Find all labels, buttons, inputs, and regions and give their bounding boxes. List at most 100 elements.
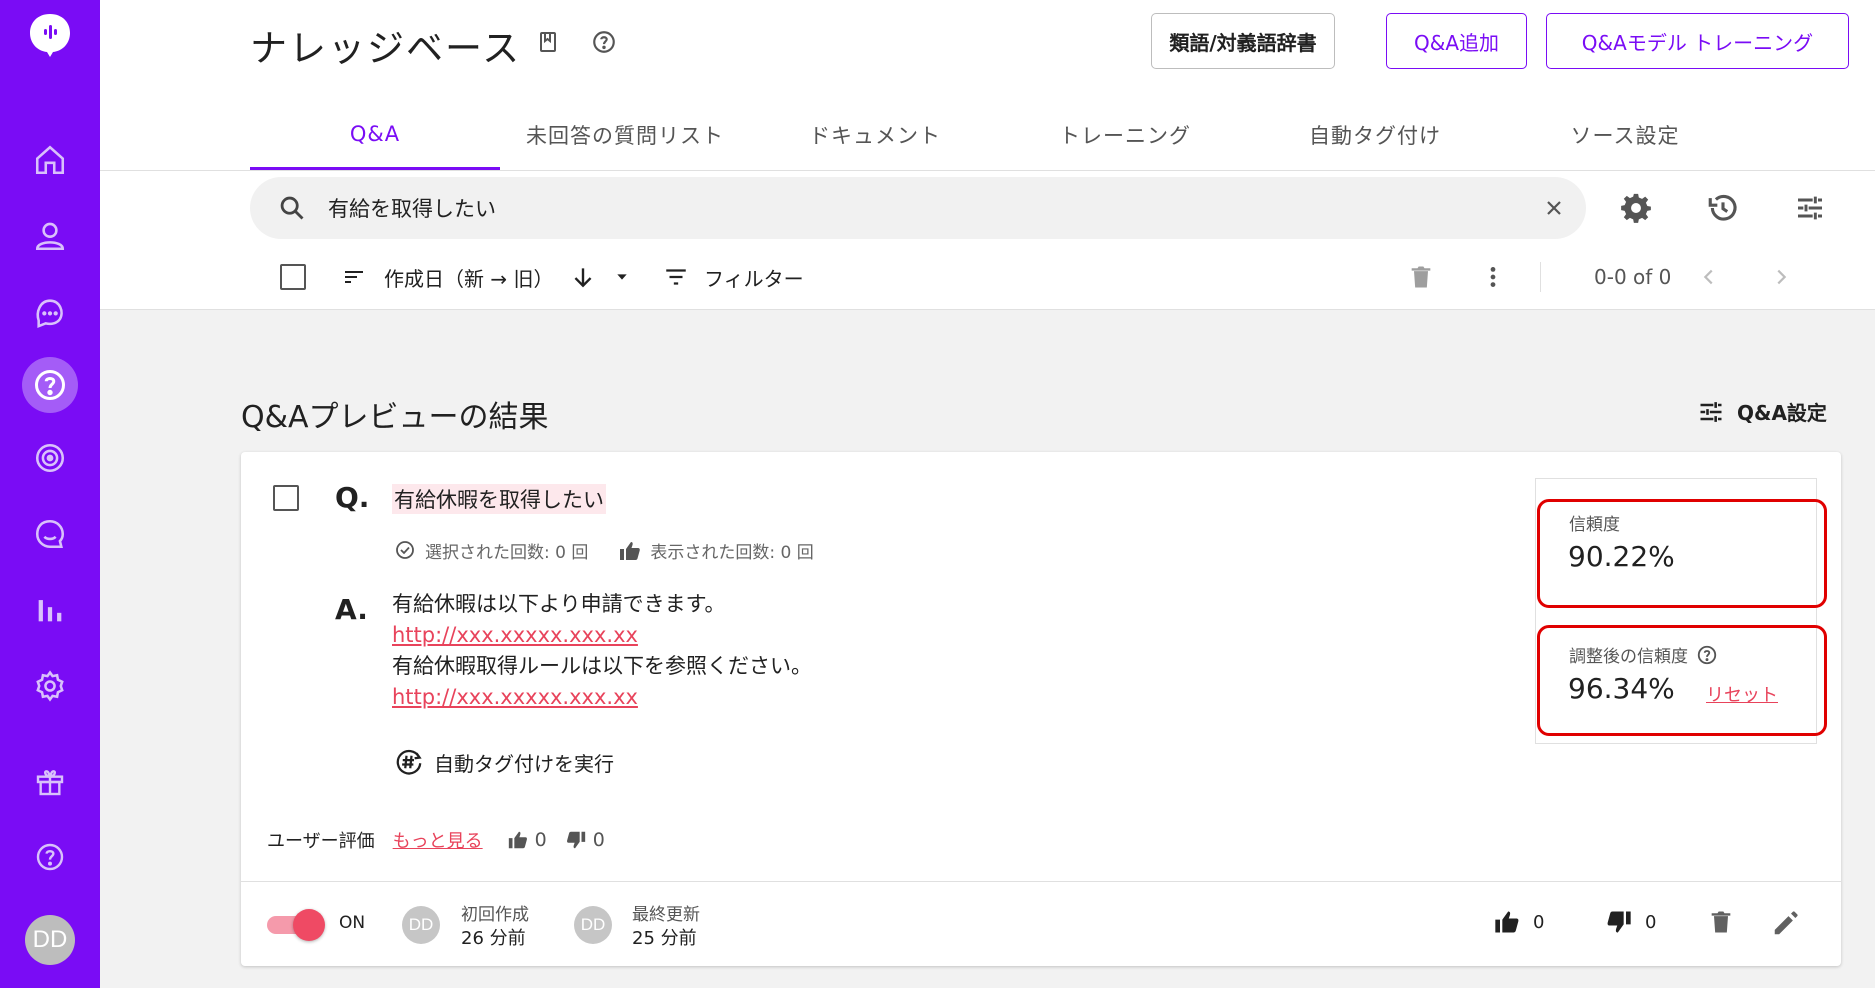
updater-avatar: DD <box>574 906 612 944</box>
page-title: ナレッジベース <box>250 27 522 70</box>
analytics-icon[interactable] <box>26 586 74 634</box>
more-vert-icon[interactable] <box>1480 255 1506 299</box>
rating-like-count: 0 <box>534 829 547 851</box>
answer-line-2: 有給休暇取得ルールは以下を参照ください。 <box>392 654 812 678</box>
sort-icon <box>342 255 366 299</box>
settings-icon[interactable] <box>26 662 74 710</box>
bookmark-icon[interactable] <box>534 28 562 56</box>
tab-source-settings[interactable]: ソース設定 <box>1500 100 1750 170</box>
delete-qa-icon[interactable] <box>1707 908 1735 936</box>
select-all-checkbox[interactable] <box>280 255 306 299</box>
confidence-value: 90.22% <box>1568 540 1675 573</box>
updated-label: 最終更新 <box>632 905 700 925</box>
home-icon[interactable] <box>26 136 74 184</box>
tab-auto-tagging[interactable]: 自動タグ付け <box>1250 100 1500 170</box>
delete-icon[interactable] <box>1407 255 1435 299</box>
adjusted-confidence-label: 調整後の信頼度 <box>1569 647 1688 667</box>
gift-icon[interactable] <box>26 758 74 806</box>
qa-select-checkbox[interactable] <box>273 485 299 511</box>
target-icon[interactable] <box>26 434 74 482</box>
sort-button[interactable]: 作成日（新 → 旧） <box>384 255 553 299</box>
list-toolbar: 作成日（新 → 旧） フィルター 0-0 of 0 <box>250 255 1810 299</box>
sort-direction-icon[interactable] <box>570 255 596 299</box>
train-model-button[interactable]: Q&Aモデル トレーニング <box>1546 13 1849 69</box>
selected-count-icon <box>396 540 414 559</box>
clear-search-icon[interactable] <box>1542 196 1566 220</box>
rating-dislike-icon <box>566 831 585 849</box>
question-text: 有給休暇を取得したい <box>392 484 606 514</box>
user-rating: ユーザー評価 もっと見る 0 0 <box>267 827 623 853</box>
created-value: 26 分前 <box>461 928 526 949</box>
sort-dropdown-icon[interactable] <box>614 255 630 299</box>
adjusted-help-icon[interactable] <box>1696 644 1718 666</box>
auto-tag-label: 自動タグ付けを実行 <box>434 751 614 776</box>
search-bar <box>250 177 1586 239</box>
qa-settings-button[interactable]: Q&A設定 <box>1697 397 1827 426</box>
shown-count-icon <box>620 541 641 560</box>
adjusted-confidence-value: 96.34% <box>1568 672 1675 705</box>
section-title: Q&Aプレビューの結果 <box>241 400 549 435</box>
filter-button[interactable]: フィルター <box>704 255 804 299</box>
card-footer: ON DD 初回作成 26 分前 DD 最終更新 25 分前 0 0 <box>241 881 1841 966</box>
hashtag-icon <box>396 749 422 775</box>
question-marker: Q. <box>335 481 370 514</box>
auto-tag-button[interactable]: 自動タグ付けを実行 <box>394 747 614 777</box>
adjusted-confidence-header: 調整後の信頼度 <box>1569 642 1718 667</box>
help-icon[interactable] <box>26 833 74 881</box>
toggle-label: ON <box>339 913 366 933</box>
user-icon[interactable] <box>26 212 74 260</box>
thumb-up-icon <box>1495 911 1519 933</box>
answer-link-1[interactable]: http://xxx.xxxxx.xxx.xx <box>392 620 812 651</box>
dictionary-button[interactable]: 類語/対義語辞書 <box>1151 13 1335 69</box>
pagination-label: 0-0 of 0 <box>1594 265 1672 289</box>
qa-settings-label: Q&A設定 <box>1737 401 1827 425</box>
header: ナレッジベース 類語/対義語辞書 Q&A追加 Q&Aモデル トレーニング Q&A… <box>100 0 1875 310</box>
rating-label: ユーザー評価 <box>267 831 375 852</box>
answer-link-2[interactable]: http://xxx.xxxxx.xxx.xx <box>392 682 812 713</box>
search-icon <box>278 194 306 222</box>
edit-icon[interactable] <box>1771 908 1801 938</box>
reset-link[interactable]: リセット <box>1706 681 1778 707</box>
see-more-link[interactable]: もっと見る <box>393 827 483 853</box>
rating-dislike-count: 0 <box>592 829 605 851</box>
gear-icon[interactable] <box>1618 190 1654 226</box>
thumb-down-icon <box>1607 911 1631 933</box>
answer-text: 有給休暇は以下より申請できます。 http://xxx.xxxxx.xxx.xx… <box>392 589 812 713</box>
qa-stats: 選択された回数: 0 回 表示された回数: 0 回 <box>393 538 844 563</box>
tune-icon[interactable] <box>1792 190 1828 226</box>
tab-unanswered[interactable]: 未回答の質問リスト <box>500 100 750 170</box>
prev-page-icon[interactable] <box>1698 255 1720 299</box>
filter-icon <box>663 255 689 299</box>
toolbar-divider <box>1540 262 1541 292</box>
chat-icon[interactable] <box>26 288 74 336</box>
help-circle-icon[interactable] <box>590 28 618 56</box>
search-input[interactable] <box>328 191 1508 225</box>
updated-value: 25 分前 <box>632 928 697 949</box>
selected-count: 選択された回数: 0 回 <box>425 543 589 563</box>
qa-card: Q. 有給休暇を取得したい 選択された回数: 0 回 表示された回数: 0 回 … <box>241 452 1841 966</box>
like-button[interactable]: 0 <box>1493 908 1544 936</box>
add-qa-button[interactable]: Q&A追加 <box>1386 13 1527 69</box>
answer-line-1: 有給休暇は以下より申請できます。 <box>392 592 726 616</box>
tab-bar: Q&A 未回答の質問リスト ドキュメント トレーニング 自動タグ付け ソース設定 <box>250 100 1810 170</box>
answer-marker: A. <box>335 593 368 626</box>
qa-settings-tune-icon <box>1700 401 1722 422</box>
app-logo-icon[interactable] <box>25 10 75 60</box>
history-icon[interactable] <box>1705 190 1741 226</box>
rating-like-icon <box>508 831 527 849</box>
search-chat-icon[interactable] <box>26 510 74 558</box>
creator-avatar: DD <box>402 906 440 944</box>
user-avatar[interactable]: DD <box>25 915 75 965</box>
confidence-label: 信頼度 <box>1569 515 1620 535</box>
tab-training[interactable]: トレーニング <box>1000 100 1250 170</box>
enable-toggle[interactable] <box>267 909 325 941</box>
like-count: 0 <box>1533 911 1545 933</box>
tabs-divider <box>100 170 1875 171</box>
sidebar: DD <box>0 0 100 988</box>
qa-icon[interactable] <box>22 357 78 413</box>
created-label: 初回作成 <box>461 905 529 925</box>
tab-documents[interactable]: ドキュメント <box>750 100 1000 170</box>
next-page-icon[interactable] <box>1770 255 1792 299</box>
tab-qa[interactable]: Q&A <box>250 100 500 170</box>
dislike-button[interactable]: 0 <box>1605 908 1656 936</box>
